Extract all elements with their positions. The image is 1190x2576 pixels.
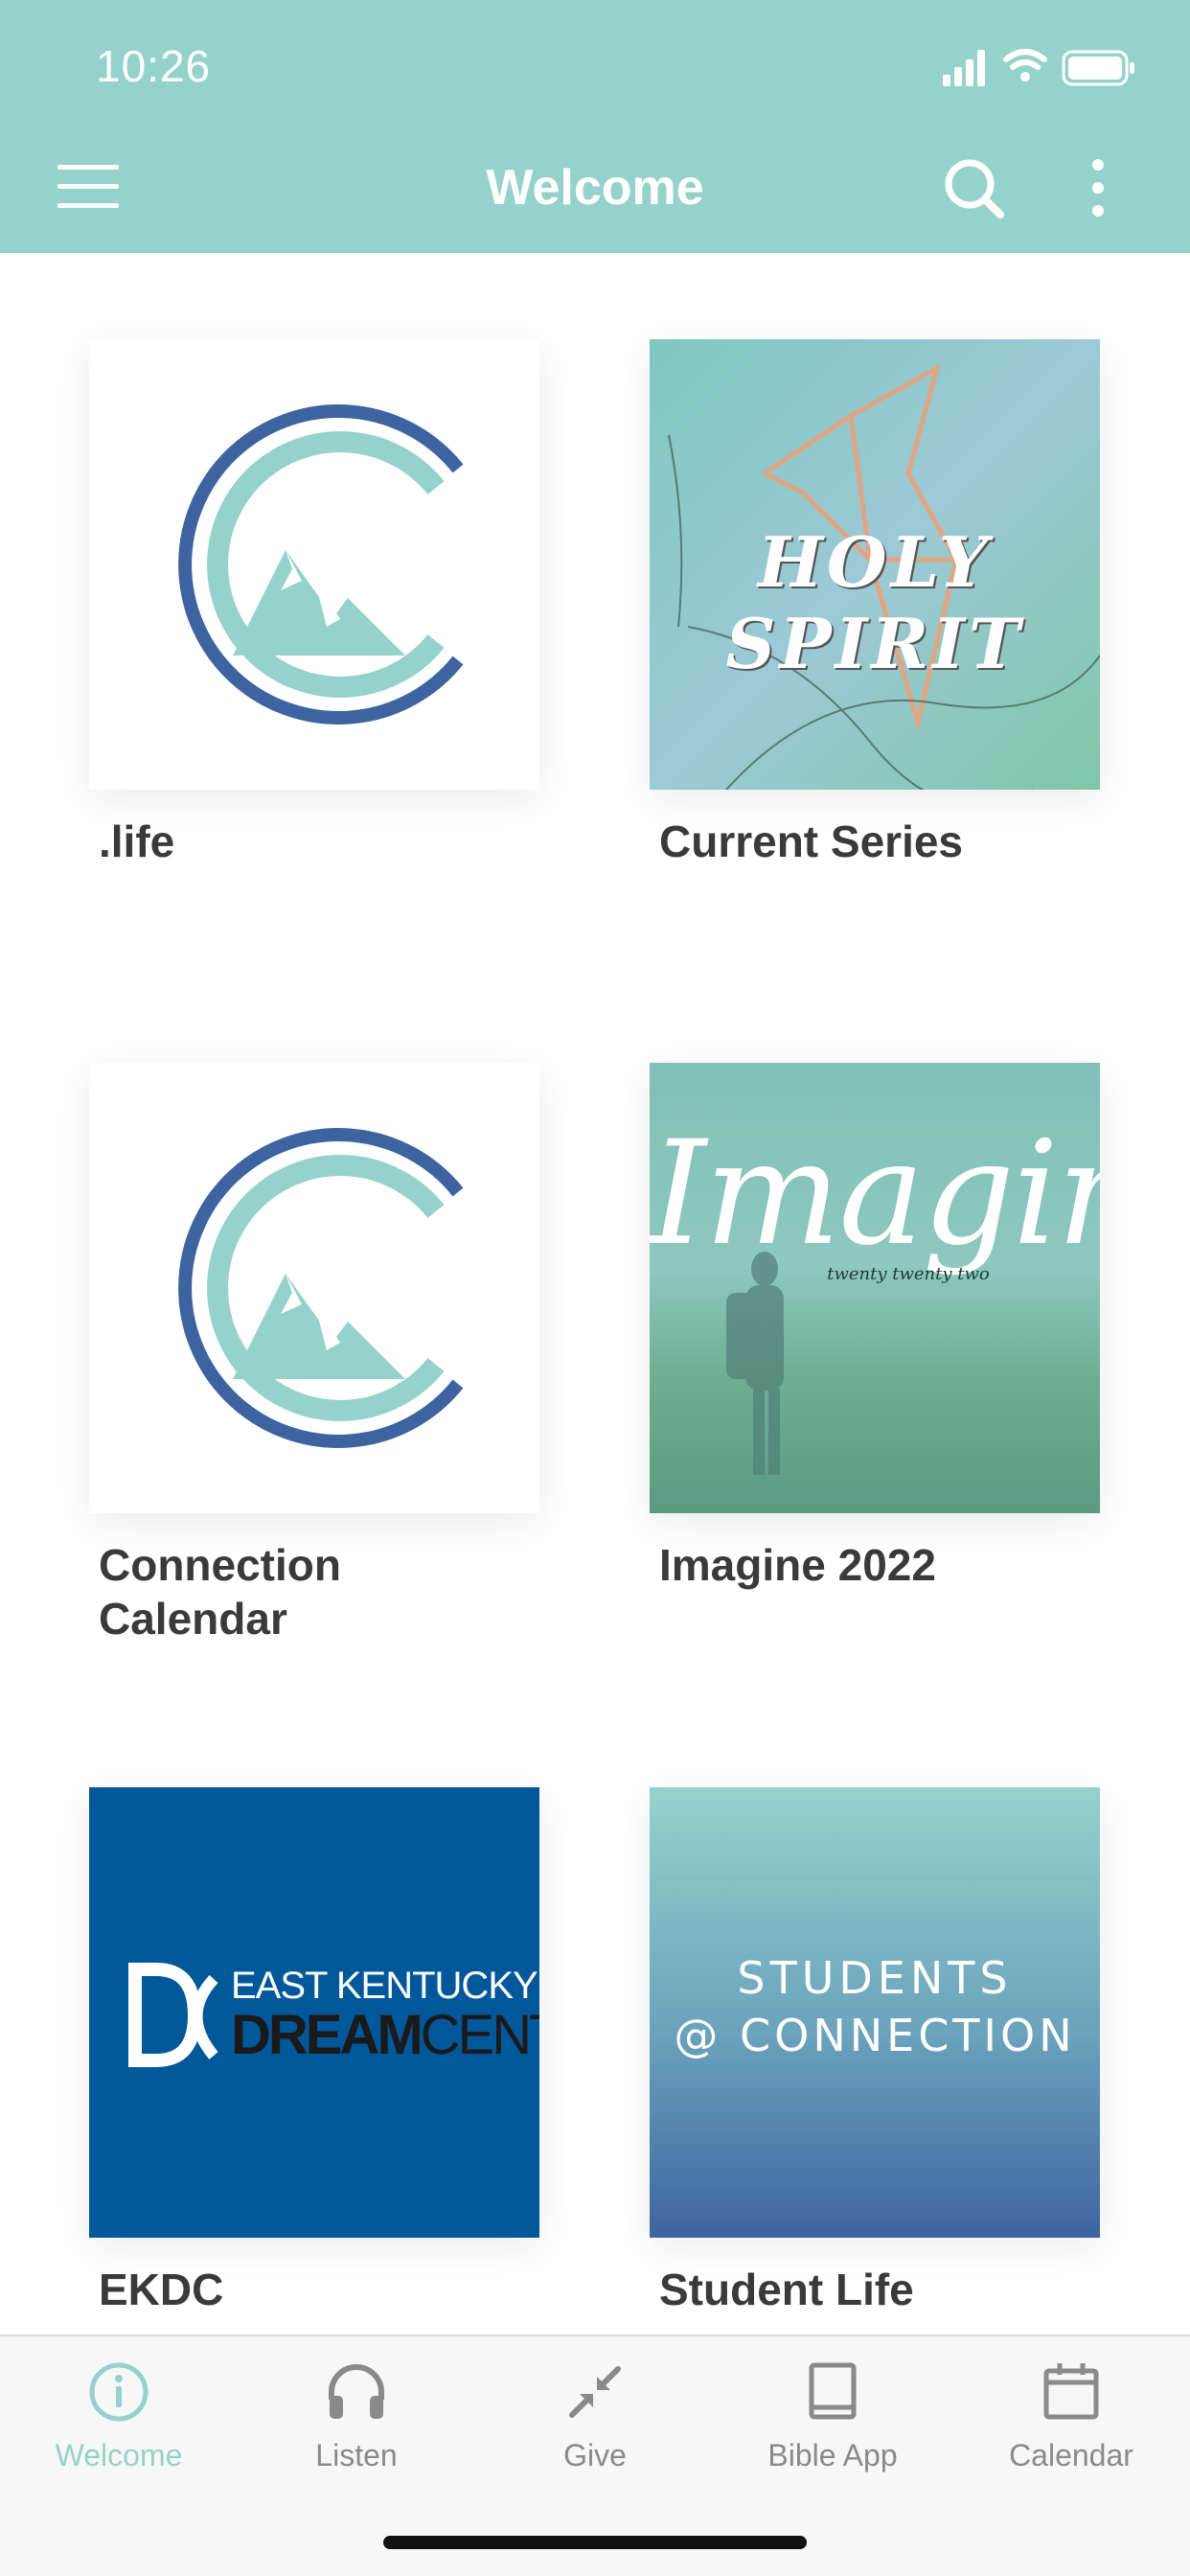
tab-calendar[interactable]: Calendar (952, 2358, 1190, 2473)
headphones-icon (329, 2364, 384, 2419)
tile-label: Student Life (659, 2265, 914, 2314)
imagine-series-image: Imagine twenty twenty two (650, 1063, 1100, 1513)
ekdc-bold-text: DREAM (231, 2004, 423, 2066)
app-header: 10:26 Welcome (0, 0, 1190, 253)
tile-label: Connection Calendar (99, 1540, 341, 1644)
tab-label: Welcome (55, 2438, 183, 2472)
tab-listen[interactable]: Listen (238, 2358, 475, 2473)
tab-welcome[interactable]: Welcome (0, 2358, 238, 2473)
imagine-subtitle-text: twenty twenty two (827, 1264, 990, 1284)
more-options-icon[interactable] (1079, 153, 1117, 222)
students-line2-text: @ CONNECTION (674, 2010, 1076, 2061)
signal-icon (943, 50, 985, 86)
tile-label: .life (99, 816, 175, 866)
tab-give[interactable]: Give (476, 2358, 714, 2473)
book-icon (809, 2362, 857, 2420)
holy-spirit-series-image: HOLY SPIRIT (650, 339, 1100, 790)
status-icons (943, 49, 1134, 86)
tab-label: Calendar (1009, 2438, 1133, 2472)
ekdc-logo-image: EAST KENTUCKY DREAMCENTER (89, 1787, 539, 2238)
tile-student-life[interactable]: STUDENTS @ CONNECTION Student Life (650, 1787, 1100, 2316)
home-indicator[interactable] (383, 2536, 807, 2549)
students-connection-image: STUDENTS @ CONNECTION (650, 1787, 1100, 2238)
calendar-icon (1043, 2363, 1099, 2420)
status-time: 10:26 (96, 41, 212, 91)
ekdc-top-text: EAST KENTUCKY (231, 1965, 538, 2007)
tab-label: Listen (315, 2438, 398, 2472)
tile-current-series[interactable]: HOLY SPIRIT Current Series (650, 339, 1100, 868)
series-title-text: HOLY SPIRIT (725, 521, 1024, 684)
ekdc-rest-text: CENTER (420, 2004, 539, 2066)
info-icon (89, 2362, 149, 2422)
battery-icon (1062, 50, 1134, 86)
tab-label: Give (563, 2438, 627, 2472)
connection-logo-image (89, 1063, 539, 1513)
page-title: Welcome (486, 160, 704, 216)
tile-ekdc[interactable]: EAST KENTUCKY DREAMCENTER EKDC (89, 1787, 539, 2316)
tile-connection-calendar[interactable]: Connection Calendar (89, 1063, 539, 1645)
students-line1-text: STUDENTS (737, 1952, 1013, 2004)
connection-logo-image (89, 339, 539, 790)
tile-imagine-2022[interactable]: Imagine twenty twenty two Imagine 2022 (650, 1063, 1100, 1592)
tile-life[interactable]: .life (89, 339, 539, 868)
tile-label: EKDC (99, 2265, 224, 2314)
tab-label: Bible App (767, 2438, 898, 2472)
wifi-icon (1003, 49, 1047, 70)
imagine-title-text: Imagine (650, 1111, 1100, 1277)
connection-logo-icon (178, 1128, 464, 1448)
tile-label: Imagine 2022 (659, 1540, 936, 1590)
connection-logo-icon (178, 404, 464, 724)
tile-label: Current Series (659, 816, 964, 866)
give-arrows-icon (569, 2366, 621, 2418)
search-icon[interactable] (939, 153, 1008, 222)
hiker-figure-icon (726, 1252, 784, 1475)
tab-bible-app[interactable]: Bible App (714, 2358, 951, 2473)
